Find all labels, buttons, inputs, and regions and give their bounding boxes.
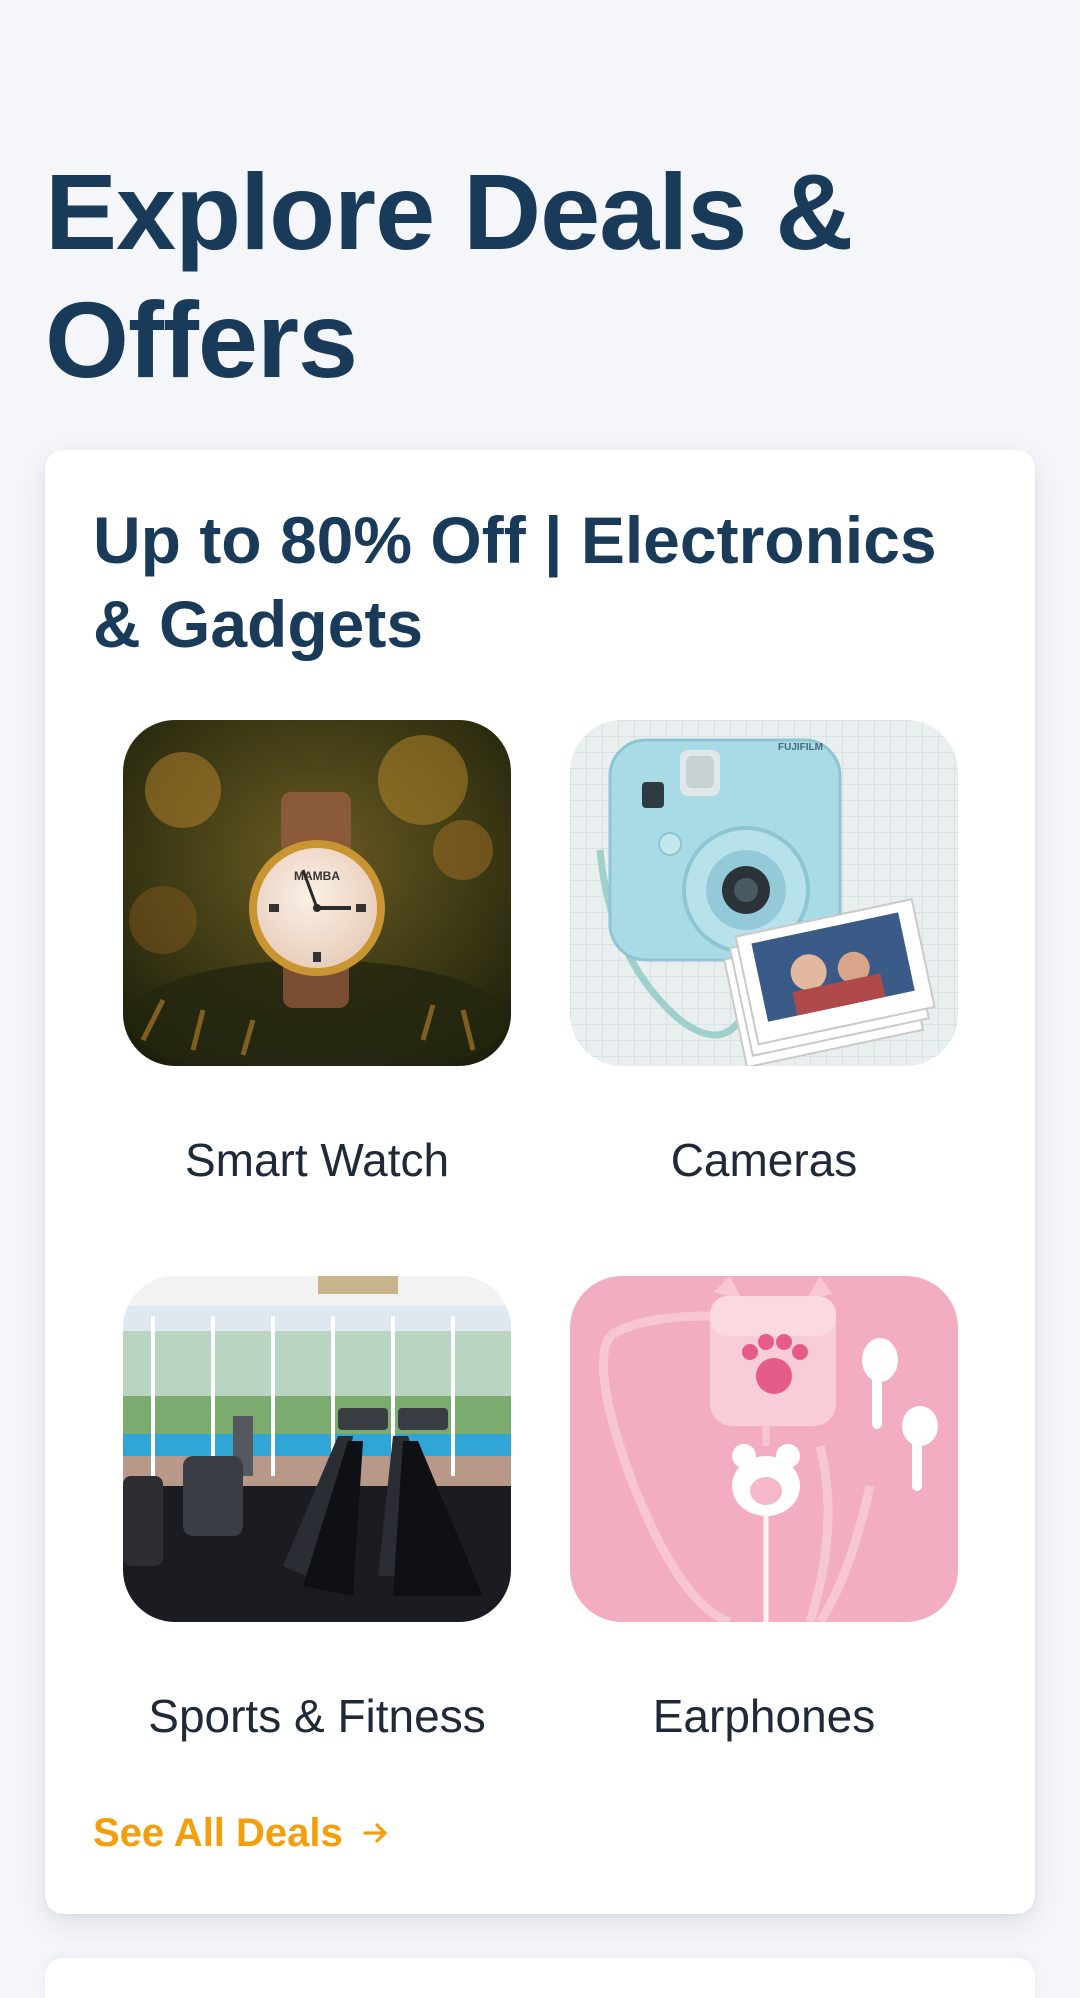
arrow-right-icon: [361, 1818, 391, 1848]
deal-tile-sports-fitness[interactable]: Sports & Fitness: [123, 1276, 511, 1744]
watch-brand-text: MAMBA: [294, 869, 340, 883]
deal-tile-cameras[interactable]: FUJIFILM Cameras: [570, 720, 958, 1188]
camera-brand-text: FUJIFILM: [778, 742, 823, 753]
tile-label: Smart Watch: [184, 1134, 450, 1186]
earphones-image: [570, 1276, 958, 1622]
deal-tile-earphones[interactable]: Earphones: [570, 1276, 958, 1744]
page-title: Explore Deals & Offers: [45, 151, 853, 400]
smart-watch-image: MAMBA: [123, 720, 511, 1066]
see-all-deals-label: See All Deals: [93, 1811, 343, 1855]
tile-label: Earphones: [652, 1690, 876, 1742]
sports-fitness-image: [123, 1276, 511, 1622]
see-all-deals-link[interactable]: See All Deals: [93, 1808, 391, 1858]
tile-label: Sports & Fitness: [148, 1690, 486, 1742]
deals-card: Up to 80% Off | Electronics & Gadgets MA…: [45, 450, 1035, 1914]
cameras-image: FUJIFILM: [570, 720, 958, 1066]
deal-tile-smart-watch[interactable]: MAMBA Smart Watch: [123, 720, 511, 1188]
deals-card-title: Up to 80% Off | Electronics & Gadgets: [93, 503, 937, 661]
next-card-peek: [45, 1958, 1035, 1998]
tile-label: Cameras: [670, 1134, 858, 1186]
